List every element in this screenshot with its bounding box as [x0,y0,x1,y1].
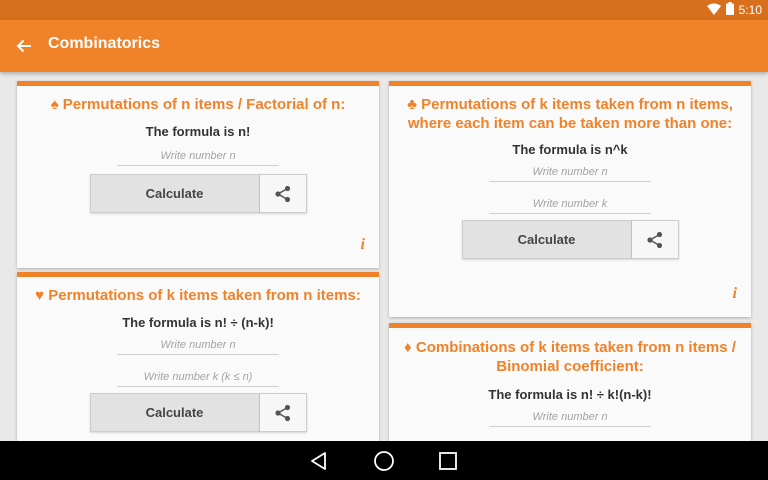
battery-icon [725,2,734,18]
number-n-input[interactable] [117,150,279,162]
formula-text: The formula is n! [145,124,251,139]
calculate-button[interactable]: Calculate [461,220,632,259]
calculate-button[interactable]: Calculate [89,174,260,213]
status-bar: 5:10 [0,0,768,20]
card-permutations-k-of-n: ♥ Permutations of k items taken from n i… [17,272,379,467]
info-icon[interactable]: i [361,236,365,254]
card-title: ♠ Permutations of n items / Factorial of… [25,95,371,114]
card-title-text: Combinations of k items taken from n ite… [415,339,736,375]
number-k-field[interactable] [117,368,279,387]
page-title: Combinatorics [48,35,161,52]
share-button[interactable] [259,174,307,213]
status-time: 5:10 [738,3,762,17]
formula-text: The formula is n^k [512,142,628,157]
card-title: ♥ Permutations of k items taken from n i… [25,286,371,305]
share-button[interactable] [259,393,307,432]
card-title-text: Permutations of k items taken from n ite… [407,96,733,132]
number-n-field[interactable] [489,408,651,427]
number-n-input[interactable] [489,166,651,178]
wifi-icon [706,3,721,18]
number-n-field[interactable] [489,163,651,182]
home-circle-icon[interactable] [372,449,396,473]
formula-text: The formula is n! ÷ (n-k)! [122,315,274,330]
heart-icon: ♥ [35,287,45,304]
card-permutations-n: ♠ Permutations of n items / Factorial of… [17,81,379,268]
arrow-back-icon[interactable] [10,32,38,60]
card-permutations-with-repetition: ♣ Permutations of k items taken from n i… [389,81,751,317]
back-triangle-icon[interactable] [307,449,331,473]
card-title: ♦ Combinations of k items taken from n i… [397,338,743,376]
number-k-field[interactable] [489,195,651,214]
info-icon[interactable]: i [733,285,737,303]
number-n-field[interactable] [117,336,279,355]
number-k-input[interactable] [489,198,651,210]
share-icon [274,185,290,202]
number-n-input[interactable] [489,411,651,423]
number-n-field[interactable] [117,147,279,166]
spade-icon: ♠ [50,96,59,113]
share-icon [646,231,662,248]
recents-square-icon[interactable] [436,449,460,473]
share-icon [274,404,290,421]
number-n-input[interactable] [117,339,279,351]
card-title: ♣ Permutations of k items taken from n i… [397,95,743,133]
share-button[interactable] [631,220,679,259]
calculate-button[interactable]: Calculate [89,393,260,432]
club-icon: ♣ [407,96,417,113]
app-bar: Combinatorics [0,20,768,72]
formula-text: The formula is n! ÷ k!(n-k)! [488,387,652,402]
card-title-text: Permutations of k items taken from n ite… [48,287,361,304]
diamond-icon: ♦ [404,339,412,356]
number-k-input[interactable] [117,371,279,383]
card-title-text: Permutations of n items / Factorial of n… [62,96,346,113]
navigation-bar [0,441,768,480]
